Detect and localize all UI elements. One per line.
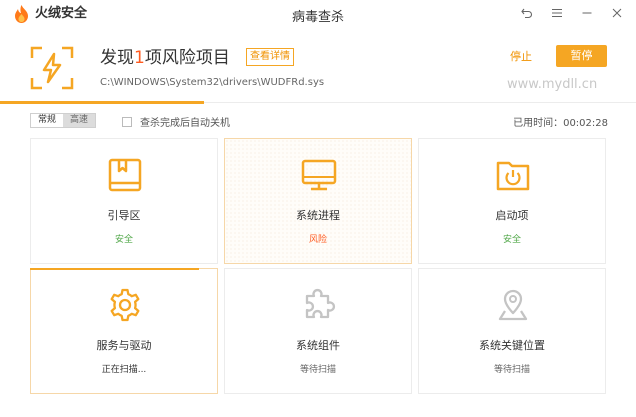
card-name: 引导区 [107, 209, 141, 222]
back-button[interactable] [518, 4, 536, 22]
scan-mode-toggle: 常规 高速 [30, 113, 96, 128]
elapsed-time: 已用时间：00:02:28 [513, 114, 608, 129]
puzzle-icon [305, 288, 336, 319]
card-system-process[interactable]: 系统进程 风险 [224, 138, 412, 264]
undo-arrow-icon [521, 8, 532, 19]
card-name: 系统关键位置 [479, 339, 545, 352]
card-status: 正在扫描... [101, 365, 147, 375]
scan-result-title: 发现1项风险项目 [100, 47, 230, 69]
card-status: 风险 [308, 235, 327, 245]
card-key-locations[interactable]: 系统关键位置 等待扫描 [418, 268, 606, 394]
close-icon [612, 8, 622, 18]
card-name: 系统进程 [296, 209, 340, 222]
current-scan-path: C:\WINDOWS\System32\drivers\WUDFRd.sys [100, 77, 325, 88]
card-status: 安全 [114, 235, 133, 245]
auto-shutdown-option: 查杀完成后自动关机 [122, 114, 230, 129]
mode-normal-option[interactable]: 常规 [31, 114, 63, 127]
auto-shutdown-checkbox[interactable] [122, 116, 132, 127]
card-status: 安全 [502, 235, 521, 245]
title-prefix: 发现 [100, 48, 134, 68]
card-name: 服务与驱动 [96, 339, 152, 352]
mode-fast-option[interactable]: 高速 [63, 114, 95, 127]
location-pin-icon [498, 289, 528, 321]
card-name: 系统组件 [296, 339, 340, 352]
card-status: 等待扫描 [493, 365, 530, 375]
menu-icon [552, 9, 562, 17]
stop-button[interactable]: 停止 [510, 48, 532, 64]
elapsed-label: 已用时间： [513, 118, 564, 129]
watermark: www.mydll.cn [507, 77, 598, 92]
card-status: 等待扫描 [299, 365, 336, 375]
view-details-button[interactable]: 查看详情 [246, 48, 294, 66]
card-services-drivers[interactable]: 服务与驱动 正在扫描... [30, 268, 218, 394]
title-bar: 火绒安全 病毒查杀 [0, 0, 636, 28]
title-suffix: 项风险项目 [144, 48, 230, 68]
card-boot-sector[interactable]: 引导区 安全 [30, 138, 218, 264]
pause-button[interactable]: 暂停 [556, 45, 607, 67]
book-icon [108, 158, 142, 192]
risk-count: 1 [134, 48, 145, 68]
card-scan-progress [30, 268, 200, 270]
menu-button[interactable] [548, 4, 566, 22]
monitor-icon [301, 159, 337, 191]
card-startup-items[interactable]: 启动项 安全 [418, 138, 606, 264]
card-name: 启动项 [495, 209, 529, 222]
card-system-components[interactable]: 系统组件 等待扫描 [224, 268, 412, 394]
window-controls [518, 4, 626, 22]
minimize-button[interactable] [578, 4, 596, 22]
close-button[interactable] [608, 4, 626, 22]
auto-shutdown-label: 查杀完成后自动关机 [140, 118, 230, 129]
lightning-frame-icon [30, 46, 74, 90]
overall-progress-fill [0, 101, 204, 104]
minimize-icon [582, 12, 592, 14]
power-folder-icon [496, 161, 530, 191]
elapsed-value: 00:02:28 [563, 118, 608, 129]
gear-icon [110, 288, 140, 322]
